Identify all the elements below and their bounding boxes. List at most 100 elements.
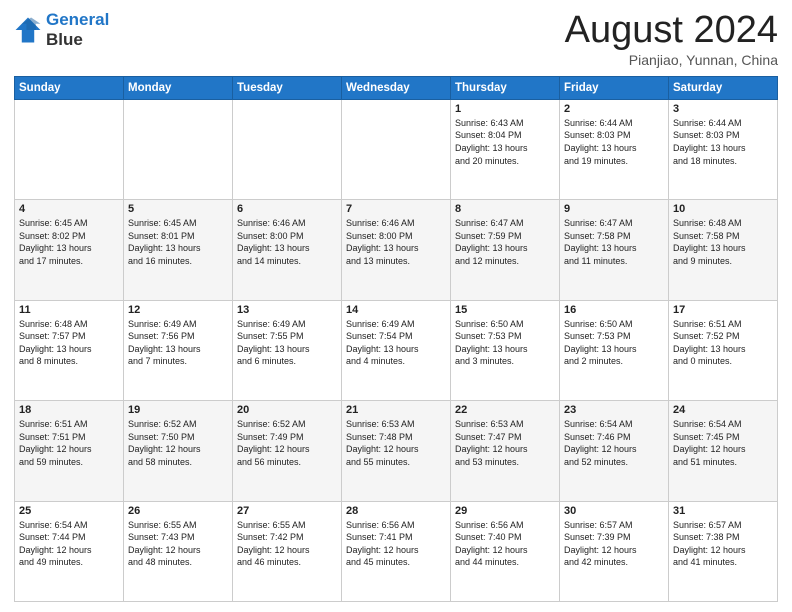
day-info: Sunrise: 6:47 AMSunset: 7:59 PMDaylight:… (455, 217, 555, 267)
day-number: 12 (128, 304, 228, 316)
calendar-cell: 17Sunrise: 6:51 AMSunset: 7:52 PMDayligh… (669, 300, 778, 400)
calendar-cell: 10 Sunrise: 6:48 AMSunset: 7:58 PMDayligh… (669, 200, 778, 300)
day-info: Sunrise: 6:56 AMSunset: 7:41 PMDaylight:… (346, 519, 446, 569)
logo-text: General Blue (46, 10, 109, 49)
day-number: 15 (455, 304, 555, 316)
day-info: Sunrise: 6:45 AMSunset: 8:02 PMDaylight:… (19, 217, 119, 267)
day-number: 27 (237, 505, 337, 517)
day-number: 29 (455, 505, 555, 517)
day-info: Sunrise: 6:53 AMSunset: 7:47 PMDaylight:… (455, 418, 555, 468)
weekday-header: Thursday (451, 76, 560, 99)
day-number: 1 (455, 103, 555, 115)
calendar-cell: 21 Sunrise: 6:53 AMSunset: 7:48 PMDayligh… (342, 401, 451, 501)
calendar-cell: 9 Sunrise: 6:47 AMSunset: 7:58 PMDaylight… (560, 200, 669, 300)
header: General Blue August 2024 Pianjiao, Yunna… (14, 10, 778, 68)
month-title: August 2024 (565, 10, 778, 52)
day-info: Sunrise: 6:50 AMSunset: 7:53 PMDaylight:… (455, 318, 555, 368)
calendar-cell: 25Sunrise: 6:54 AMSunset: 7:44 PMDayligh… (15, 501, 124, 601)
calendar-cell: 11 Sunrise: 6:48 AMSunset: 7:57 PMDayligh… (15, 300, 124, 400)
logo-icon (14, 16, 42, 44)
day-info: Sunrise: 6:45 AMSunset: 8:01 PMDaylight:… (128, 217, 228, 267)
day-info: Sunrise: 6:46 AMSunset: 8:00 PMDaylight:… (346, 217, 446, 267)
calendar-cell: 28 Sunrise: 6:56 AMSunset: 7:41 PMDayligh… (342, 501, 451, 601)
day-number: 9 (564, 203, 664, 215)
calendar-cell: 16 Sunrise: 6:50 AMSunset: 7:53 PMDayligh… (560, 300, 669, 400)
weekday-header: Friday (560, 76, 669, 99)
day-number: 4 (19, 203, 119, 215)
day-info: Sunrise: 6:47 AMSunset: 7:58 PMDaylight:… (564, 217, 664, 267)
calendar-cell: 26 Sunrise: 6:55 AMSunset: 7:43 PMDayligh… (124, 501, 233, 601)
calendar-cell: 8 Sunrise: 6:47 AMSunset: 7:59 PMDaylight… (451, 200, 560, 300)
calendar-cell: 3 Sunrise: 6:44 AMSunset: 8:03 PMDaylight… (669, 99, 778, 199)
weekday-header: Sunday (15, 76, 124, 99)
day-number: 19 (128, 404, 228, 416)
day-number: 20 (237, 404, 337, 416)
day-info: Sunrise: 6:54 AMSunset: 7:45 PMDaylight:… (673, 418, 773, 468)
calendar-cell: 4 Sunrise: 6:45 AMSunset: 8:02 PMDaylight… (15, 200, 124, 300)
day-number: 8 (455, 203, 555, 215)
calendar-cell: 7 Sunrise: 6:46 AMSunset: 8:00 PMDaylight… (342, 200, 451, 300)
calendar-cell: 22 Sunrise: 6:53 AMSunset: 7:47 PMDayligh… (451, 401, 560, 501)
day-number: 30 (564, 505, 664, 517)
logo: General Blue (14, 10, 109, 49)
calendar-cell: 2Sunrise: 6:44 AMSunset: 8:03 PMDaylight… (560, 99, 669, 199)
day-info: Sunrise: 6:44 AMSunset: 8:03 PMDaylight:… (564, 117, 664, 167)
day-info: Sunrise: 6:51 AMSunset: 7:51 PMDaylight:… (19, 418, 119, 468)
weekday-header: Tuesday (233, 76, 342, 99)
day-info: Sunrise: 6:49 AMSunset: 7:56 PMDaylight:… (128, 318, 228, 368)
day-number: 31 (673, 505, 773, 517)
day-number: 28 (346, 505, 446, 517)
day-info: Sunrise: 6:54 AMSunset: 7:46 PMDaylight:… (564, 418, 664, 468)
calendar-table: SundayMondayTuesdayWednesdayThursdayFrid… (14, 76, 778, 602)
day-number: 3 (673, 103, 773, 115)
day-info: Sunrise: 6:55 AMSunset: 7:43 PMDaylight:… (128, 519, 228, 569)
calendar-cell: 27 Sunrise: 6:55 AMSunset: 7:42 PMDayligh… (233, 501, 342, 601)
day-info: Sunrise: 6:57 AMSunset: 7:39 PMDaylight:… (564, 519, 664, 569)
day-info: Sunrise: 6:53 AMSunset: 7:48 PMDaylight:… (346, 418, 446, 468)
day-info: Sunrise: 6:43 AMSunset: 8:04 PMDaylight:… (455, 117, 555, 167)
day-number: 7 (346, 203, 446, 215)
day-number: 13 (237, 304, 337, 316)
day-number: 23 (564, 404, 664, 416)
day-info: Sunrise: 6:57 AMSunset: 7:38 PMDaylight:… (673, 519, 773, 569)
day-number: 16 (564, 304, 664, 316)
day-info: Sunrise: 6:44 AMSunset: 8:03 PMDaylight:… (673, 117, 773, 167)
day-info: Sunrise: 6:55 AMSunset: 7:42 PMDaylight:… (237, 519, 337, 569)
calendar-cell: 6Sunrise: 6:46 AMSunset: 8:00 PMDaylight… (233, 200, 342, 300)
calendar-cell: 19 Sunrise: 6:52 AMSunset: 7:50 PMDayligh… (124, 401, 233, 501)
day-number: 24 (673, 404, 773, 416)
weekday-header: Monday (124, 76, 233, 99)
day-number: 14 (346, 304, 446, 316)
calendar-cell: 20 Sunrise: 6:52 AMSunset: 7:49 PMDayligh… (233, 401, 342, 501)
calendar-cell: 31 Sunrise: 6:57 AMSunset: 7:38 PMDayligh… (669, 501, 778, 601)
day-info: Sunrise: 6:52 AMSunset: 7:50 PMDaylight:… (128, 418, 228, 468)
day-info: Sunrise: 6:49 AMSunset: 7:54 PMDaylight:… (346, 318, 446, 368)
weekday-header: Saturday (669, 76, 778, 99)
day-info: Sunrise: 6:51 AMSunset: 7:52 PMDaylight:… (673, 318, 773, 368)
logo-general: General (46, 10, 109, 29)
logo-blue: Blue (46, 30, 83, 49)
calendar-cell: 24 Sunrise: 6:54 AMSunset: 7:45 PMDayligh… (669, 401, 778, 501)
day-number: 21 (346, 404, 446, 416)
calendar-cell: 13 Sunrise: 6:49 AMSunset: 7:55 PMDayligh… (233, 300, 342, 400)
calendar-cell: 1 Sunrise: 6:43 AMSunset: 8:04 PMDaylight… (451, 99, 560, 199)
calendar-cell (15, 99, 124, 199)
day-number: 22 (455, 404, 555, 416)
day-info: Sunrise: 6:52 AMSunset: 7:49 PMDaylight:… (237, 418, 337, 468)
weekday-header: Wednesday (342, 76, 451, 99)
day-info: Sunrise: 6:48 AMSunset: 7:58 PMDaylight:… (673, 217, 773, 267)
day-number: 26 (128, 505, 228, 517)
day-info: Sunrise: 6:49 AMSunset: 7:55 PMDaylight:… (237, 318, 337, 368)
day-number: 11 (19, 304, 119, 316)
calendar-cell: 30 Sunrise: 6:57 AMSunset: 7:39 PMDayligh… (560, 501, 669, 601)
day-info: Sunrise: 6:48 AMSunset: 7:57 PMDaylight:… (19, 318, 119, 368)
day-number: 10 (673, 203, 773, 215)
calendar-cell (342, 99, 451, 199)
calendar-cell (124, 99, 233, 199)
calendar-cell (233, 99, 342, 199)
calendar-cell: 18Sunrise: 6:51 AMSunset: 7:51 PMDayligh… (15, 401, 124, 501)
day-info: Sunrise: 6:50 AMSunset: 7:53 PMDaylight:… (564, 318, 664, 368)
calendar-header-row: SundayMondayTuesdayWednesdayThursdayFrid… (15, 76, 778, 99)
day-number: 25 (19, 505, 119, 517)
title-block: August 2024 Pianjiao, Yunnan, China (565, 10, 778, 68)
